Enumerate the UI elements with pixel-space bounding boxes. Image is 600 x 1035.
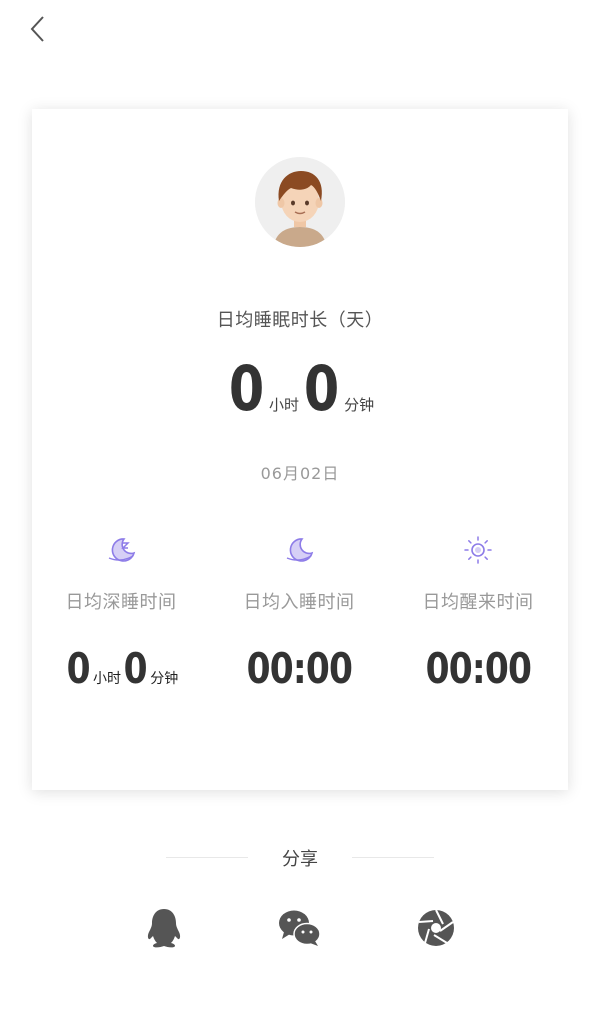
moon-icon (283, 534, 315, 566)
report-date: 06月02日 (260, 464, 340, 483)
sleep-summary-card: 日均睡眠时长（天） 0 小时 0 分钟 06月02日 日均深睡时间 0 小时 0… (32, 109, 568, 790)
deep-sleep-minutes: 0 (123, 644, 148, 693)
moon-zzz-icon (105, 534, 137, 566)
moments-aperture-icon (418, 909, 454, 946)
share-label: 分享 (282, 849, 318, 870)
stat-wake-time-value-wrap: 00:00 (389, 644, 567, 694)
duration-minutes-unit: 分钟 (344, 396, 375, 414)
stat-wake-time: 日均醒来时间 00:00 (389, 534, 567, 694)
average-sleep-duration: 0 小时 0 分钟 (32, 353, 568, 425)
stat-deep-sleep-label: 日均深睡时间 (65, 592, 177, 613)
back-button[interactable] (22, 12, 52, 46)
stat-sleep-time-value: 00:00 (246, 644, 352, 693)
chevron-left-icon (30, 16, 44, 42)
duration-hours-unit: 小时 (268, 396, 299, 414)
avatar (255, 157, 345, 247)
duration-hours: 0 (228, 352, 265, 425)
deep-sleep-hours-unit: 小时 (93, 671, 121, 687)
stat-deep-sleep-value: 0 小时 0 分钟 (32, 644, 210, 694)
duration-minutes: 0 (303, 352, 340, 425)
average-sleep-title: 日均睡眠时长（天） (216, 310, 384, 331)
share-header: 分享 (0, 843, 600, 871)
qq-penguin-icon (147, 909, 181, 948)
share-moments-button[interactable] (414, 906, 458, 950)
stat-wake-time-label: 日均醒来时间 (422, 592, 534, 613)
sleep-stats: 日均深睡时间 0 小时 0 分钟 日均入睡时间 00:00 日均醒来时间 00:… (32, 534, 568, 704)
share-qq-button[interactable] (142, 906, 186, 950)
stat-sleep-time: 日均入睡时间 00:00 (210, 534, 388, 694)
share-divider-right (352, 857, 434, 858)
stat-sleep-time-label: 日均入睡时间 (243, 592, 355, 613)
deep-sleep-hours: 0 (66, 644, 91, 693)
stat-sleep-time-value-wrap: 00:00 (210, 644, 388, 694)
share-wechat-button[interactable] (278, 906, 322, 950)
sun-icon (462, 534, 494, 566)
stat-deep-sleep: 日均深睡时间 0 小时 0 分钟 (32, 534, 210, 694)
boy-avatar-icon (255, 157, 345, 247)
stat-wake-time-value: 00:00 (425, 644, 531, 693)
sleep-report-page: 日均睡眠时长（天） 0 小时 0 分钟 06月02日 日均深睡时间 0 小时 0… (0, 0, 600, 1035)
wechat-icon (279, 910, 321, 946)
deep-sleep-minutes-unit: 分钟 (150, 671, 179, 687)
